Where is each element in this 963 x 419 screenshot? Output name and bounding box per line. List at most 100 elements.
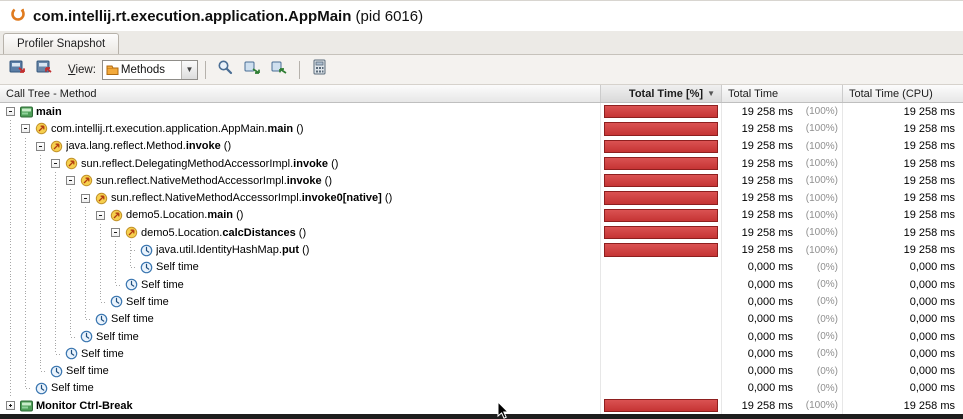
cpu-time-value: 19 258 ms <box>903 209 955 222</box>
combobox-dropdown-button[interactable]: ▼ <box>180 60 197 79</box>
collapse-toggle[interactable] <box>18 120 33 137</box>
tab-profiler-snapshot[interactable]: Profiler Snapshot <box>3 33 120 54</box>
table-row[interactable]: sun.reflect.DelegatingMethodAccessorImpl… <box>0 154 963 173</box>
total-time-percent: (0%) <box>816 348 838 360</box>
package-name: sun.reflect.NativeMethodAccessorImpl. <box>111 192 302 205</box>
method-args: () <box>381 192 393 205</box>
total-time-cpu-cell: 19 258 ms <box>843 103 963 120</box>
table-row[interactable]: Self time 0,000 ms (0%) 0,000 ms <box>0 275 963 294</box>
clock-icon <box>79 330 93 343</box>
table-row[interactable]: Self time 0,000 ms (0%) 0,000 ms <box>0 258 963 276</box>
call-tree-cell: Monitor Ctrl-Break <box>0 397 601 415</box>
total-time-cell: 0,000 ms (0%) <box>722 293 843 311</box>
collapse-toggle[interactable] <box>33 138 48 155</box>
total-time-cpu-cell: 19 258 ms <box>843 241 963 258</box>
method-name: Self time <box>81 347 124 360</box>
column-header-total-time[interactable]: Total Time <box>722 85 843 102</box>
tree-guide-line <box>78 293 93 311</box>
save-snapshot-button[interactable] <box>5 58 30 81</box>
collapse-toggle[interactable] <box>3 103 18 120</box>
find-button[interactable] <box>213 58 238 81</box>
total-time-cpu-cell: 19 258 ms <box>843 155 963 172</box>
column-header-call-tree-method[interactable]: Call Tree - Method <box>0 85 601 102</box>
tree-guide-line <box>48 275 63 294</box>
minus-box-icon <box>81 193 90 203</box>
column-header-total-time-cpu[interactable]: Total Time (CPU) <box>843 85 963 102</box>
column-header-total-time-pct[interactable]: Total Time [%] ▼ <box>601 85 722 102</box>
clock-icon <box>34 382 48 395</box>
collapse-toggle[interactable] <box>108 224 123 241</box>
cpu-time-value: 0,000 ms <box>909 295 955 308</box>
table-row[interactable]: com.intellij.rt.execution.application.Ap… <box>0 120 963 138</box>
table-row[interactable]: Self time 0,000 ms (0%) 0,000 ms <box>0 362 963 380</box>
method-icon <box>109 209 123 222</box>
cpu-time-value: 19 258 ms <box>903 226 955 239</box>
total-time-cell: 0,000 ms (0%) <box>722 258 843 276</box>
methods-view-icon <box>103 64 121 76</box>
table-row[interactable]: demo5.Location.calcDistances () 19 258 ms… <box>0 224 963 242</box>
thread-icon <box>19 399 33 412</box>
method-args: () <box>321 174 332 187</box>
collapse-toggle[interactable] <box>93 207 108 224</box>
tree-guide-line <box>108 241 123 259</box>
table-row[interactable]: sun.reflect.NativeMethodAccessorImpl.inv… <box>0 189 963 207</box>
tree-guide-line <box>3 120 18 138</box>
calculator-button[interactable] <box>307 58 332 81</box>
minus-box-icon <box>66 176 75 186</box>
total-time-pct-cell <box>601 154 722 173</box>
table-row[interactable]: Self time 0,000 ms (0%) 0,000 ms <box>0 327 963 346</box>
expand-toggle[interactable] <box>3 397 18 414</box>
export-snapshot-button[interactable] <box>32 58 57 81</box>
method-name: Self time <box>66 365 109 378</box>
tree-guide-line <box>63 224 78 242</box>
table-row[interactable]: Self time 0,000 ms (0%) 0,000 ms <box>0 379 963 398</box>
total-time-percent: (0%) <box>816 331 838 342</box>
total-time-cell: 19 258 ms (100%) <box>722 224 843 242</box>
collapse-all-button[interactable] <box>267 58 292 81</box>
toolbar-separator <box>204 60 206 79</box>
table-row[interactable]: main 19 258 ms (100%) 19 258 ms <box>0 103 963 121</box>
tree-guide-line <box>48 327 63 346</box>
total-time-value: 19 258 ms <box>741 244 793 257</box>
view-combobox[interactable]: Methods ▼ <box>101 59 198 80</box>
tree-guide-line <box>33 154 48 173</box>
tree-guide-line <box>3 172 18 190</box>
tree-guide-line <box>78 275 93 294</box>
tree-guide-line <box>78 241 93 259</box>
table-row[interactable]: sun.reflect.NativeMethodAccessorImpl.inv… <box>0 172 963 190</box>
tree-guide-line <box>3 345 18 363</box>
method-name: main <box>207 209 234 222</box>
total-time-pct-cell <box>601 241 722 259</box>
collapse-all-icon <box>271 59 288 80</box>
collapse-toggle[interactable] <box>48 155 63 172</box>
total-time-value: 19 258 ms <box>741 399 793 412</box>
tree-guide-line <box>78 258 93 276</box>
call-tree-cell: Self time <box>0 362 601 380</box>
expand-all-button[interactable] <box>240 58 265 81</box>
calculator-icon <box>312 59 327 80</box>
tree-guide-line <box>33 310 48 328</box>
method-name: Self time <box>51 382 94 395</box>
time-bar <box>604 139 718 153</box>
total-time-value: 0,000 ms <box>747 382 793 395</box>
collapse-toggle[interactable] <box>78 189 93 206</box>
save-snapshot-icon <box>9 59 26 80</box>
total-time-value: 19 258 ms <box>741 140 793 153</box>
total-time-pct-cell <box>601 258 722 276</box>
method-name: main <box>267 122 294 135</box>
table-row[interactable]: Self time 0,000 ms (0%) 0,000 ms <box>0 293 963 311</box>
collapse-toggle[interactable] <box>63 172 78 189</box>
table-row[interactable]: java.lang.reflect.Method.invoke () 19 258… <box>0 137 963 155</box>
table-row[interactable]: Self time 0,000 ms (0%) 0,000 ms <box>0 310 963 328</box>
table-row[interactable]: java.util.IdentityHashMap.put () 19 258 m… <box>0 241 963 259</box>
method-label: com.intellij.rt.execution.application.Ap… <box>51 123 304 135</box>
table-row[interactable]: Monitor Ctrl-Break 19 258 ms (100%) 19 258 … <box>0 397 963 415</box>
clock-icon <box>139 244 153 257</box>
total-time-value: 0,000 ms <box>747 347 793 360</box>
table-row[interactable]: Self time 0,000 ms (0%) 0,000 ms <box>0 345 963 363</box>
tree-guide-line <box>33 258 48 276</box>
call-tree-cell: Self time <box>0 310 601 328</box>
chevron-down-icon: ▼ <box>185 65 194 74</box>
package-name: com.intellij.rt.execution.application.Ap… <box>51 122 268 135</box>
table-row[interactable]: demo5.Location.main () 19 258 ms (100%) 19 … <box>0 206 963 225</box>
